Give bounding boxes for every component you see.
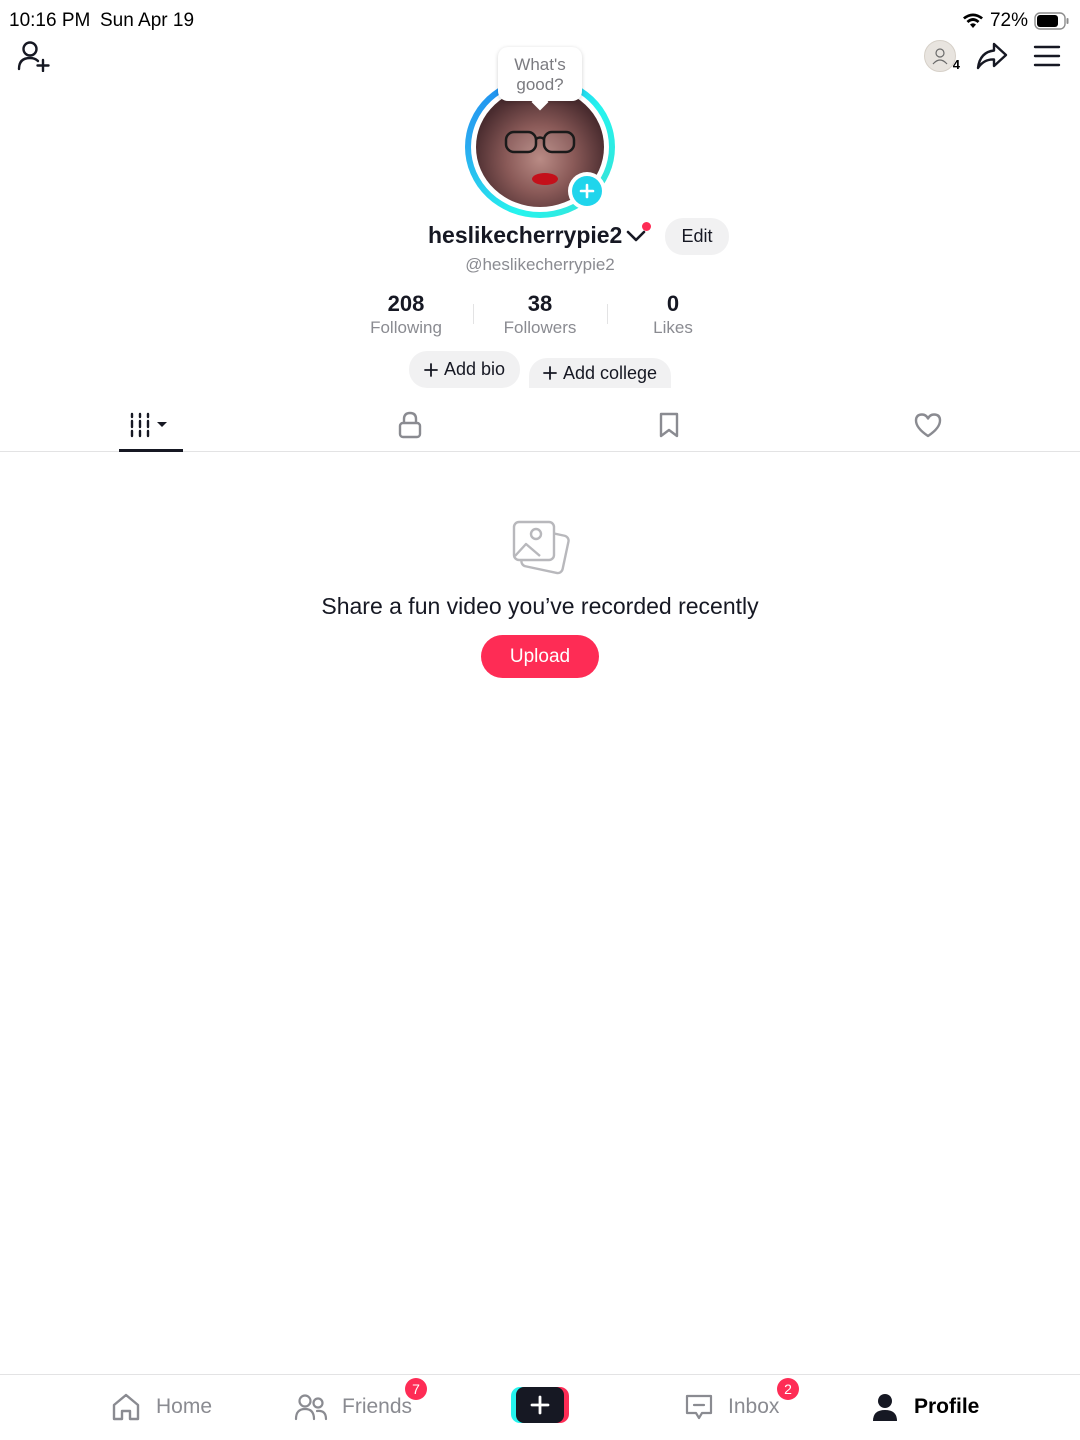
nav-profile-label: Profile [914,1395,980,1418]
friends-icon [294,1394,328,1421]
profile-views-button[interactable]: 4 [918,38,962,74]
following-label: Following [370,318,442,337]
inbox-badge: 2 [777,1378,799,1400]
plus-icon [579,183,595,199]
photos-placeholder-icon [512,520,570,575]
add-college-label: Add college [562,362,658,383]
add-user-icon [17,41,50,72]
videos-grid-icon [130,412,167,438]
nav-inbox-label: Inbox [728,1395,780,1418]
following-count: 208 [387,291,425,316]
profile-icon [873,1394,897,1421]
edit-profile-button[interactable]: Edit [665,218,729,255]
tab-videos[interactable] [116,400,186,450]
visitor-avatar-icon [932,48,948,65]
lock-icon [398,411,422,439]
create-button[interactable] [511,1387,569,1423]
status-note-bubble[interactable]: What's good? [498,47,582,101]
status-bar: 10:16 PM Sun Apr 19 72% [0,0,1080,40]
profile-views-count: 4 [952,57,960,72]
active-tab-indicator [119,449,183,452]
plus-icon [530,1395,550,1415]
heart-icon [914,413,942,438]
username-switcher[interactable]: heslikecherrypie2 [428,222,651,249]
wifi-icon [962,13,983,28]
followers-label: Followers [503,318,577,337]
tab-private[interactable] [375,400,445,450]
nav-inbox[interactable]: Inbox [684,1375,779,1439]
battery-percentage: 72% [989,10,1028,31]
tab-saved[interactable] [634,400,704,450]
status-date: Sun Apr 19 [100,10,195,31]
empty-state-message: Share a fun video you’ve recorded recent… [321,593,759,619]
home-icon [112,1393,140,1421]
stat-followers[interactable]: 38 Followers [475,291,605,339]
share-icon [976,42,1008,70]
profile-tabs [0,400,1080,452]
bookmark-icon [659,412,679,438]
stat-divider [473,304,474,324]
visitor-avatar [924,40,956,72]
hamburger-menu-icon [1033,45,1061,67]
share-profile-button[interactable] [972,38,1012,74]
menu-button[interactable] [1027,38,1067,74]
likes-count: 0 [666,291,680,316]
tab-liked[interactable] [893,400,963,450]
followers-count: 38 [527,291,553,316]
nav-friends[interactable]: Friends [294,1375,412,1439]
nav-profile[interactable]: Profile [870,1375,979,1439]
avatar-glasses [504,130,576,154]
friends-badge: 7 [405,1378,427,1400]
plus-icon [543,366,557,380]
add-college-button[interactable]: Add college [529,358,671,388]
plus-icon [424,362,438,377]
stat-likes[interactable]: 0 Likes [608,291,738,339]
status-indicators: 72% [962,10,1070,32]
add-bio-button[interactable]: Add bio [409,351,520,388]
add-friend-button[interactable] [14,38,54,74]
inbox-icon [685,1394,713,1420]
add-bio-label: Add bio [443,359,506,379]
status-time: 10:16 PM [9,10,91,31]
username: heslikecherrypie2 [428,222,623,248]
add-story-button[interactable] [568,172,606,210]
bottom-navigation: Home Friends 7 Inbox 2 Profile [0,1374,1080,1440]
nav-friends-label: Friends [342,1395,413,1418]
likes-label: Likes [653,318,693,337]
battery-icon [1034,12,1069,30]
stat-following[interactable]: 208 Following [341,291,471,339]
nav-home-label: Home [156,1395,213,1418]
avatar-lips [532,173,558,185]
upload-button[interactable]: Upload [481,635,599,678]
user-handle: @heslikecherrypie2 [465,255,615,274]
notification-dot [642,222,651,231]
nav-home[interactable]: Home [110,1375,212,1439]
